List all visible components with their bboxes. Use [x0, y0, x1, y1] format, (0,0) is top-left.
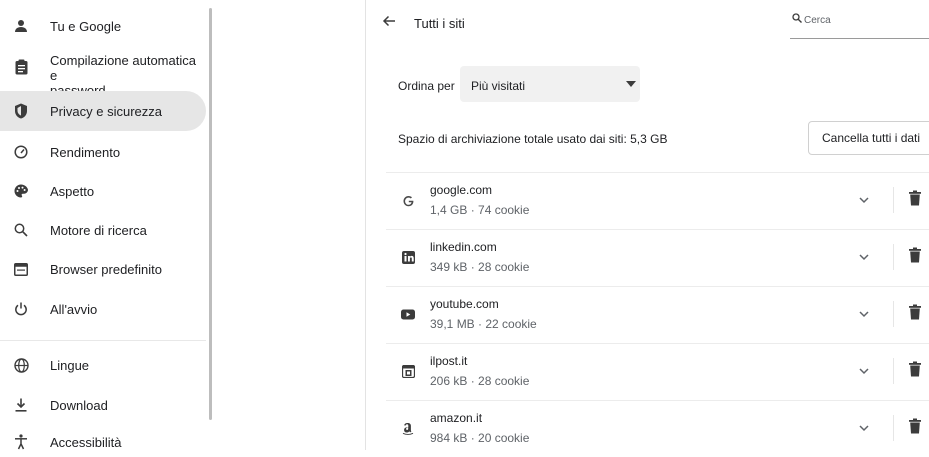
sidebar-item-motore-di-ricerca[interactable]: Motore di ricerca	[0, 218, 206, 242]
site-row-google[interactable]: google.com 1,4 GB · 74 cookie	[386, 172, 929, 229]
storage-summary: Spazio di archiviazione totale usato dai…	[398, 132, 668, 146]
row-divider	[386, 172, 929, 173]
sidebar-item-rendimento[interactable]: Rendimento	[0, 140, 206, 164]
sidebar-item-accessibilita[interactable]: Accessibilità	[0, 430, 206, 454]
trash-icon[interactable]	[908, 418, 922, 434]
sort-selected-value: Più visitati	[471, 79, 526, 93]
chevron-down-icon[interactable]	[856, 363, 872, 379]
row-divider	[386, 400, 929, 401]
sidebar-item-label: All'avvio	[50, 301, 98, 317]
site-meta: 984 kB · 20 cookie	[430, 431, 530, 445]
speedometer-icon	[12, 143, 30, 161]
amazon-icon	[401, 421, 415, 435]
site-row-youtube[interactable]: youtube.com 39,1 MB · 22 cookie	[386, 286, 929, 343]
ilpost-icon	[401, 364, 415, 378]
chevron-down-icon[interactable]	[856, 306, 872, 322]
site-name: amazon.it	[430, 411, 483, 425]
sort-label: Ordina per	[398, 79, 455, 93]
sort-select[interactable]: Più visitati	[460, 66, 640, 102]
site-name: youtube.com	[430, 297, 499, 311]
download-icon	[12, 396, 30, 414]
clear-all-data-button[interactable]: Cancella tutti i dati	[808, 121, 929, 155]
search-input[interactable]: Cerca	[804, 15, 831, 26]
site-name: google.com	[430, 183, 493, 197]
shield-icon	[12, 102, 30, 120]
trash-icon[interactable]	[908, 247, 922, 263]
trash-icon[interactable]	[908, 190, 922, 206]
sidebar-item-label: Aspetto	[50, 183, 95, 199]
site-row-amazon[interactable]: amazon.it 984 kB · 20 cookie	[386, 400, 929, 457]
chevron-down-icon[interactable]	[856, 192, 872, 208]
site-name: linkedin.com	[430, 240, 497, 254]
sidebar-item-privacy-e-sicurezza[interactable]: Privacy e sicurezza	[0, 91, 206, 131]
sidebar-item-aspetto[interactable]: Aspetto	[0, 179, 206, 203]
back-arrow-icon[interactable]	[382, 10, 396, 33]
dropdown-caret-icon	[626, 81, 636, 87]
search-field[interactable]: Cerca	[790, 8, 929, 39]
chevron-down-icon[interactable]	[856, 249, 872, 265]
row-divider	[386, 286, 929, 287]
power-icon	[12, 300, 30, 318]
sidebar-item-all-avvio[interactable]: All'avvio	[0, 297, 206, 321]
sidebar-scrollbar[interactable]	[209, 8, 212, 420]
page-title: Tutti i siti	[414, 16, 465, 31]
sidebar-item-label: Accessibilità	[50, 434, 122, 450]
sidebar-item-browser-predefinito[interactable]: Browser predefinito	[0, 257, 206, 281]
site-row-linkedin[interactable]: linkedin.com 349 kB · 28 cookie	[386, 229, 929, 286]
youtube-icon	[401, 307, 415, 321]
site-meta: 206 kB · 28 cookie	[430, 374, 530, 388]
row-action-divider	[893, 244, 894, 270]
clipboard-icon	[12, 58, 30, 76]
sidebar-item-label: Lingue	[50, 357, 90, 373]
sidebar-item-label: Tu e Google	[50, 18, 122, 34]
person-icon	[12, 17, 30, 35]
row-action-divider	[893, 415, 894, 441]
site-meta: 349 kB · 28 cookie	[430, 260, 530, 274]
sidebar-item-tu-e-google[interactable]: Tu e Google	[0, 14, 206, 38]
sidebar-item-download[interactable]: Download	[0, 393, 206, 417]
site-meta: 1,4 GB · 74 cookie	[430, 203, 530, 217]
accessibility-icon	[12, 433, 30, 451]
google-icon	[401, 193, 415, 207]
sidebar-item-label: Download	[50, 397, 108, 413]
site-name: ilpost.it	[430, 354, 468, 368]
trash-icon[interactable]	[908, 361, 922, 377]
sidebar-item-label: Rendimento	[50, 144, 121, 160]
sidebar-item-label: Privacy e sicurezza	[50, 103, 162, 119]
row-divider	[386, 343, 929, 344]
row-action-divider	[893, 301, 894, 327]
linkedin-icon	[401, 250, 415, 264]
sidebar-item-lingue[interactable]: Lingue	[0, 353, 206, 377]
row-divider	[386, 229, 929, 230]
row-action-divider	[893, 187, 894, 213]
sidebar-item-label: Motore di ricerca	[50, 222, 147, 238]
sidebar-divider	[0, 340, 206, 341]
row-action-divider	[893, 358, 894, 384]
content-divider	[365, 0, 366, 450]
site-row-ilpost[interactable]: ilpost.it 206 kB · 28 cookie	[386, 343, 929, 400]
sidebar-item-compilazione-automatica[interactable]: Compilazione automatica e password	[0, 48, 206, 98]
search-icon	[792, 13, 802, 26]
sidebar-item-label: Browser predefinito	[50, 261, 162, 277]
browser-window-icon	[12, 260, 30, 278]
chevron-down-icon[interactable]	[856, 420, 872, 436]
globe-icon	[12, 356, 30, 374]
trash-icon[interactable]	[908, 304, 922, 320]
sidebar: Tu e Google Compilazione automatica e pa…	[0, 0, 215, 450]
palette-icon	[12, 182, 30, 200]
search-icon	[12, 221, 30, 239]
site-meta: 39,1 MB · 22 cookie	[430, 317, 537, 331]
search-underline	[790, 38, 929, 39]
sidebar-item-label: Compilazione automatica e	[50, 53, 196, 83]
